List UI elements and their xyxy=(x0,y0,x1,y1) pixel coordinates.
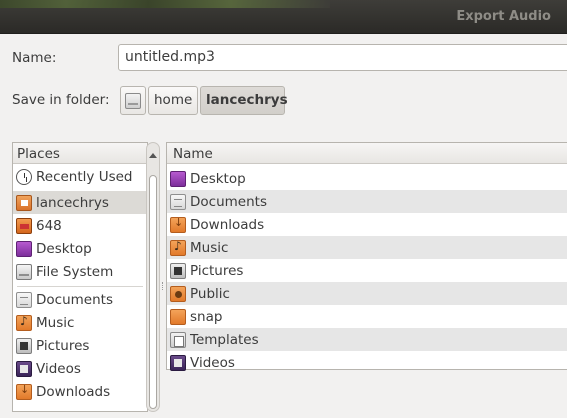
file-row-music[interactable]: Music xyxy=(167,236,567,259)
path-root-button[interactable] xyxy=(120,86,146,115)
desktop-folder-icon xyxy=(16,240,32,257)
filesystem-icon xyxy=(16,263,32,280)
bookmark-item-music[interactable]: Music xyxy=(13,311,147,334)
videos-folder-icon xyxy=(16,360,32,377)
file-row-label: snap xyxy=(190,308,223,325)
file-row-desktop[interactable]: Desktop xyxy=(167,167,567,190)
path-home-button[interactable]: home xyxy=(148,86,198,115)
places-item-lancechrys[interactable]: lancechrys xyxy=(13,191,147,214)
places-item-recently-used[interactable]: Recently Used xyxy=(13,165,147,188)
documents-folder-icon xyxy=(16,291,32,308)
places-item-label: Desktop xyxy=(36,240,92,257)
file-row-label: Templates xyxy=(190,331,259,348)
bookmark-item-label: Downloads xyxy=(36,383,111,400)
desktop-folder-icon xyxy=(170,170,186,187)
drive-icon xyxy=(16,217,32,234)
music-folder-icon xyxy=(16,314,32,331)
bookmark-item-label: Documents xyxy=(36,291,113,308)
bookmark-item-documents[interactable]: Documents xyxy=(13,288,147,311)
places-item-file-system[interactable]: File System xyxy=(13,260,147,283)
recent-icon xyxy=(16,168,32,185)
file-row-pictures[interactable]: Pictures xyxy=(167,259,567,282)
bookmark-item-pictures[interactable]: Pictures xyxy=(13,334,147,357)
file-list-panel: Name Desktop Documents Downloads Music P… xyxy=(166,142,567,371)
file-row-documents[interactable]: Documents xyxy=(167,190,567,213)
documents-folder-icon xyxy=(170,193,186,210)
file-row-snap[interactable]: snap xyxy=(167,305,567,328)
places-item-label: Recently Used xyxy=(36,168,133,185)
places-item-648[interactable]: 648 xyxy=(13,214,147,237)
path-lancechrys-button[interactable]: lancechrys xyxy=(200,86,288,115)
places-item-desktop[interactable]: Desktop xyxy=(13,237,147,260)
file-list-name-header[interactable]: Name xyxy=(167,143,567,164)
pane-resize-handle[interactable] xyxy=(162,282,164,290)
save-in-folder-label: Save in folder: xyxy=(12,92,110,108)
music-folder-icon xyxy=(170,239,186,256)
drive-icon xyxy=(125,93,141,109)
downloads-folder-icon xyxy=(170,216,186,233)
places-header[interactable]: Places xyxy=(13,143,147,164)
file-row-templates[interactable]: Templates xyxy=(167,328,567,351)
file-row-label: Pictures xyxy=(190,262,244,279)
templates-folder-icon xyxy=(170,331,186,348)
public-folder-icon xyxy=(170,285,186,302)
home-folder-icon xyxy=(16,194,32,211)
file-row-label: Documents xyxy=(190,193,267,210)
pictures-folder-icon xyxy=(16,337,32,354)
bookmark-item-videos[interactable]: Videos xyxy=(13,357,147,380)
file-row-videos[interactable]: Videos xyxy=(167,351,567,374)
bookmark-item-label: Music xyxy=(36,314,75,331)
places-scroll-thumb[interactable] xyxy=(149,175,157,409)
filename-input[interactable]: untitled.mp3 xyxy=(118,44,567,71)
file-row-label: Desktop xyxy=(190,170,246,187)
bookmark-item-label: Pictures xyxy=(36,337,90,354)
file-row-label: Public xyxy=(190,285,230,302)
window-title: Export Audio xyxy=(456,9,551,24)
places-item-label: File System xyxy=(36,263,114,280)
places-item-label: 648 xyxy=(36,217,62,234)
title-bar-background xyxy=(0,0,330,8)
pictures-folder-icon xyxy=(170,262,186,279)
file-row-label: Downloads xyxy=(190,216,265,233)
title-bar: Export Audio xyxy=(0,0,567,34)
places-panel: Places Recently Used lancechrys 648 Desk… xyxy=(12,142,148,412)
videos-folder-icon xyxy=(170,354,186,371)
file-row-downloads[interactable]: Downloads xyxy=(167,213,567,236)
places-scrollbar[interactable] xyxy=(146,142,160,412)
places-item-label: lancechrys xyxy=(36,194,109,211)
folder-icon xyxy=(170,308,186,325)
file-row-label: Videos xyxy=(190,354,235,371)
bookmark-item-label: Videos xyxy=(36,360,81,377)
bookmark-item-downloads[interactable]: Downloads xyxy=(13,380,147,403)
downloads-folder-icon xyxy=(16,383,32,400)
places-separator xyxy=(17,286,143,287)
file-row-label: Music xyxy=(190,239,229,256)
scroll-up-arrow-icon[interactable] xyxy=(149,153,157,158)
name-label: Name: xyxy=(12,50,57,66)
file-row-public[interactable]: Public xyxy=(167,282,567,305)
